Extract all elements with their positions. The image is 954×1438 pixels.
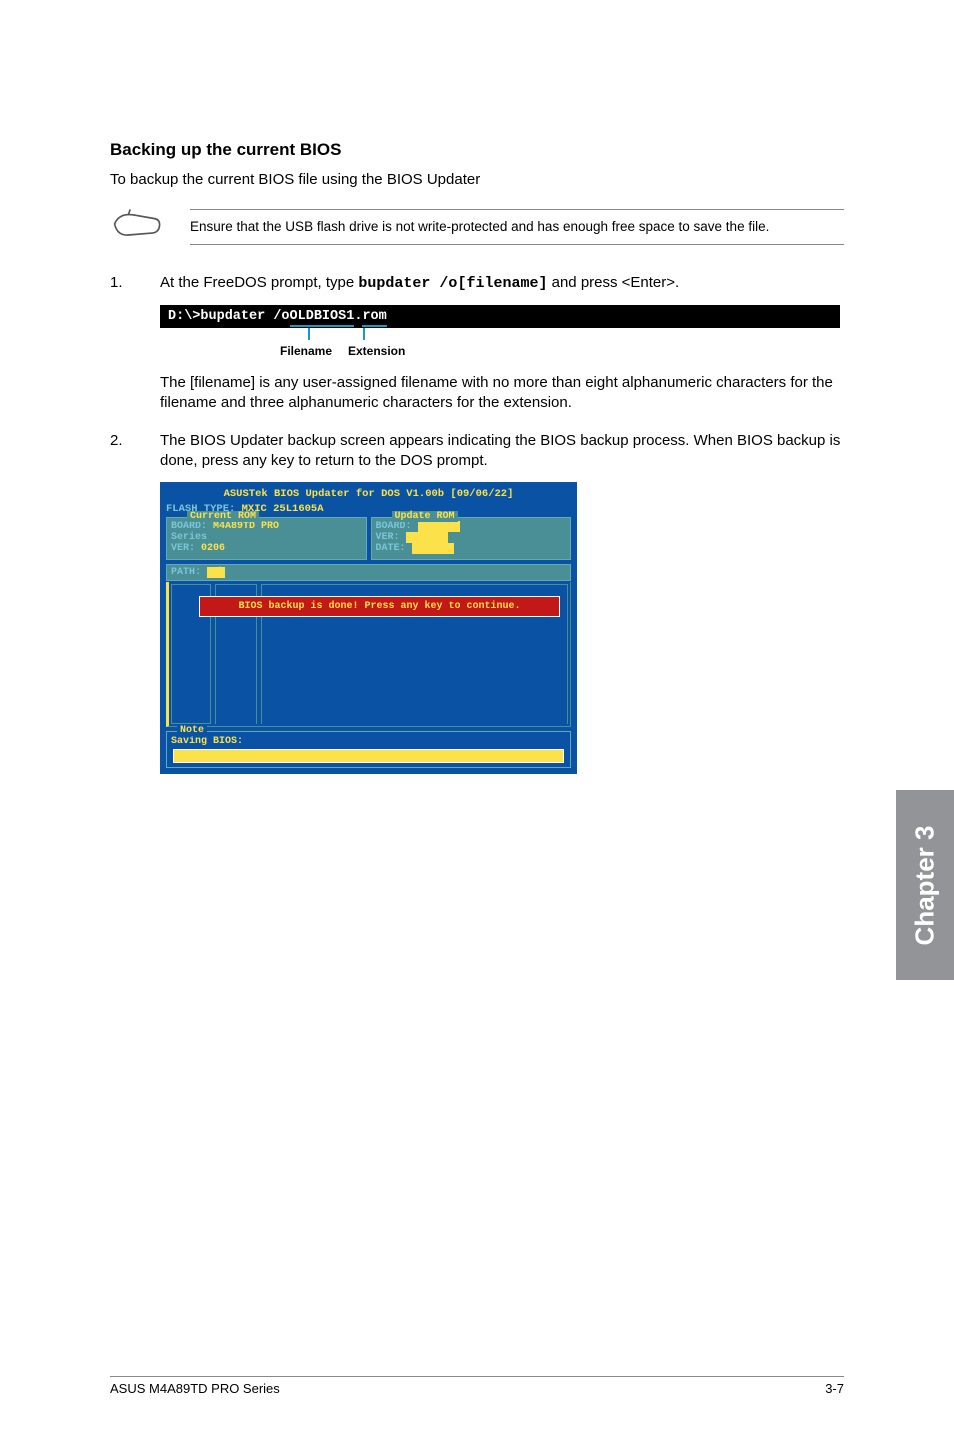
extension-tick	[363, 328, 365, 340]
backup-done-msg: BIOS backup is done! Press any key to co…	[199, 596, 560, 617]
step-2: 2. The BIOS Updater backup screen appear…	[110, 431, 844, 472]
current-rom-title: Current ROM	[187, 511, 259, 522]
step1-post: and press <Enter>.	[547, 274, 679, 291]
board-label: BOARD:	[376, 521, 418, 532]
page-footer: ASUS M4A89TD PRO Series 3-7	[110, 1376, 844, 1396]
dos-prompt: D:\>bupdater /o	[168, 309, 290, 324]
ver-unknown: Unknown	[406, 532, 448, 543]
section-heading: Backing up the current BIOS	[110, 140, 844, 160]
bios-updater-screen: ASUSTek BIOS Updater for DOS V1.00b [09/…	[160, 482, 577, 774]
ver-value: 0206	[201, 543, 225, 554]
board-value: M4A89TD PRO	[213, 521, 279, 532]
step-text: At the FreeDOS prompt, type bupdater /o[…	[160, 273, 844, 294]
dos-command-block: D:\>bupdater /oOLDBIOS1.rom Filename Ext…	[160, 305, 840, 368]
intro-text: To backup the current BIOS file using th…	[110, 170, 844, 190]
date-label: DATE:	[376, 543, 412, 554]
update-rom-title: Update ROM	[392, 511, 458, 522]
step-text: The BIOS Updater backup screen appears i…	[160, 431, 844, 472]
step1-cmd: bupdater /o[filename]	[358, 275, 547, 292]
chapter-tab-text: Chapter 3	[910, 825, 941, 945]
filename-label: Filename	[280, 344, 332, 358]
path-box: PATH: A:\	[166, 564, 571, 581]
ver-label: VER:	[376, 532, 406, 543]
step1-pre: At the FreeDOS prompt, type	[160, 274, 358, 291]
footer-right: 3-7	[825, 1381, 844, 1396]
extension-label: Extension	[348, 344, 405, 358]
step-number: 2.	[110, 431, 130, 472]
board-label: BOARD:	[171, 521, 213, 532]
note-box: Ensure that the USB flash drive is not w…	[110, 205, 844, 248]
date-unknown: Unknown	[412, 543, 454, 554]
series-label: Series	[171, 532, 207, 543]
step-1: 1. At the FreeDOS prompt, type bupdater …	[110, 273, 844, 294]
filename-explain: The [filename] is any user-assigned file…	[160, 373, 844, 414]
footer-left: ASUS M4A89TD PRO Series	[110, 1381, 280, 1396]
dos-line: D:\>bupdater /oOLDBIOS1.rom	[160, 305, 840, 328]
bios-title: ASUSTek BIOS Updater for DOS V1.00b [09/…	[166, 488, 571, 500]
file-area: BIOS backup is done! Press any key to co…	[166, 582, 571, 727]
update-rom-box: Update ROM BOARD: Unknown VER: Unknown D…	[371, 517, 572, 560]
dos-filename: OLDBIOS1	[290, 309, 355, 327]
filename-tick	[308, 328, 310, 340]
step-number: 1.	[110, 273, 130, 294]
dos-ext: rom	[362, 309, 386, 327]
chapter-tab: Chapter 3	[896, 790, 954, 980]
note-title: Note	[177, 725, 207, 736]
board-unknown: Unknown	[418, 521, 460, 532]
note-text: Ensure that the USB flash drive is not w…	[190, 209, 844, 245]
saving-text: Saving BIOS:	[171, 736, 566, 747]
path-label: PATH:	[171, 567, 207, 578]
ver-label: VER:	[171, 543, 201, 554]
hand-note-icon	[110, 205, 165, 248]
current-rom-box: Current ROM BOARD: M4A89TD PRO Series VE…	[166, 517, 367, 560]
note-save-box: Note Saving BIOS:	[166, 731, 571, 768]
annotation-row: Filename Extension	[168, 328, 840, 368]
progress-bar	[173, 749, 564, 763]
path-value: A:\	[207, 567, 225, 578]
